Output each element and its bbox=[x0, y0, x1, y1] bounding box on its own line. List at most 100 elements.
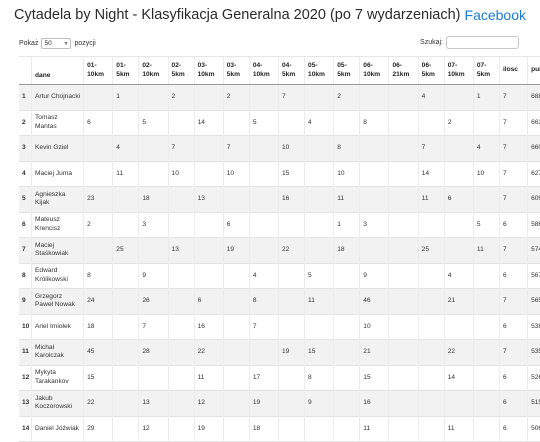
result-cell bbox=[222, 339, 250, 365]
rank-cell: 14 bbox=[22, 424, 30, 432]
result-cell bbox=[277, 314, 305, 340]
result-cell bbox=[388, 288, 419, 314]
result-cell bbox=[472, 186, 500, 212]
points-cell: 627 bbox=[527, 161, 540, 187]
result-cell: 22 bbox=[193, 339, 224, 365]
search-input[interactable] bbox=[446, 36, 519, 49]
result-cell bbox=[333, 390, 360, 416]
points-cell: 526 bbox=[527, 365, 540, 391]
result-cell: 6 bbox=[83, 110, 113, 136]
result-cell bbox=[304, 84, 334, 110]
count-cell: 6 bbox=[498, 314, 528, 340]
table-row: 8Edward Królikowski8945946567 bbox=[19, 263, 540, 289]
column-header[interactable]: 01- 10km bbox=[83, 56, 113, 85]
result-cell bbox=[388, 110, 419, 136]
result-cell: 11 bbox=[304, 288, 334, 314]
result-cell bbox=[222, 110, 250, 136]
result-cell: 5 bbox=[248, 110, 279, 136]
name-cell: Maciej Juma bbox=[30, 161, 84, 187]
result-cell: 1 bbox=[112, 84, 139, 110]
result-cell bbox=[193, 135, 224, 161]
result-cell bbox=[417, 263, 445, 289]
points-cell: 506 bbox=[527, 416, 540, 442]
name-cell: Ariel Imiołek bbox=[30, 314, 84, 340]
search-control: Szukaj: bbox=[420, 36, 519, 49]
result-cell: 4 bbox=[248, 263, 279, 289]
column-header[interactable]: 04- 10km bbox=[248, 56, 279, 85]
result-cell bbox=[333, 365, 360, 391]
name-cell: Tomasz Mantas bbox=[30, 110, 84, 136]
points-cell: 663 bbox=[527, 110, 540, 136]
result-cell bbox=[443, 314, 474, 340]
table-row: 14Daniel Jóźwiak29 12 19 18 11 11 6506 bbox=[19, 416, 540, 442]
result-cell bbox=[193, 84, 224, 110]
result-cell: 10 bbox=[359, 314, 389, 340]
column-header[interactable]: 01- 5km bbox=[112, 56, 139, 85]
result-cell bbox=[417, 314, 445, 340]
result-cell bbox=[333, 110, 360, 136]
name-cell: Jakub Koczorowski bbox=[30, 390, 84, 416]
column-header[interactable]: 07- 5km bbox=[472, 56, 500, 85]
column-header[interactable]: 06- 5km bbox=[417, 56, 445, 85]
count-cell: 6 bbox=[498, 416, 528, 442]
column-header[interactable]: 03- 10km bbox=[193, 56, 224, 85]
result-cell bbox=[83, 84, 113, 110]
result-cell: 46 bbox=[359, 288, 389, 314]
result-cell bbox=[248, 212, 279, 238]
column-header[interactable]: 05- 10km bbox=[304, 56, 334, 85]
result-cell bbox=[417, 339, 445, 365]
count-cell: 7 bbox=[498, 110, 528, 136]
column-header-rank[interactable] bbox=[19, 56, 32, 85]
result-cell: 6 bbox=[193, 288, 224, 314]
column-header[interactable]: 06- 10km bbox=[359, 56, 389, 85]
result-cell: 26 bbox=[138, 288, 169, 314]
result-cell bbox=[472, 263, 500, 289]
result-cell bbox=[222, 288, 250, 314]
result-cell bbox=[138, 365, 169, 391]
result-cell bbox=[167, 339, 195, 365]
rank-cell: 3 bbox=[22, 144, 26, 151]
result-cell: 6 bbox=[222, 212, 250, 238]
result-cell bbox=[193, 212, 224, 238]
result-cell: 7 bbox=[248, 314, 279, 340]
result-cell: 13 bbox=[193, 186, 224, 212]
result-cell: 13 bbox=[138, 390, 169, 416]
result-cell bbox=[333, 288, 360, 314]
result-cell bbox=[138, 135, 169, 161]
table-row: 3Kevin Gziel477108747660 bbox=[19, 135, 540, 161]
result-cell: 7 bbox=[417, 135, 445, 161]
result-cell bbox=[248, 339, 279, 365]
result-cell bbox=[222, 263, 250, 289]
result-cell: 2 bbox=[443, 110, 474, 136]
column-header[interactable]: punkty bbox=[527, 56, 540, 85]
result-cell bbox=[277, 212, 305, 238]
result-cell: 16 bbox=[277, 186, 305, 212]
column-header[interactable]: 03- 5km bbox=[222, 56, 250, 85]
page-length-select[interactable]: 50 ▼ bbox=[41, 38, 72, 49]
result-cell: 18 bbox=[83, 314, 113, 340]
result-cell bbox=[359, 186, 389, 212]
facebook-link[interactable]: Facebook bbox=[465, 7, 526, 23]
table-row: 13Jakub Koczorowski221312199166515 bbox=[19, 390, 540, 416]
column-header[interactable]: 07- 10km bbox=[443, 56, 474, 85]
rank-cell: 1 bbox=[22, 93, 26, 100]
column-header[interactable]: 02- 10km bbox=[138, 56, 169, 85]
result-cell bbox=[388, 365, 419, 391]
result-cell: 7 bbox=[138, 314, 169, 340]
result-cell: 18 bbox=[248, 416, 279, 442]
result-cell bbox=[472, 365, 500, 391]
result-cell bbox=[388, 314, 419, 340]
result-cell: 8 bbox=[304, 365, 334, 391]
column-header[interactable]: 02- 5km bbox=[167, 56, 195, 85]
column-header[interactable]: 04- 5km bbox=[277, 56, 305, 85]
result-cell bbox=[304, 314, 334, 340]
result-cell bbox=[167, 314, 195, 340]
column-header[interactable]: 06- 21km bbox=[388, 56, 419, 85]
column-header[interactable]: dane bbox=[30, 56, 84, 85]
result-cell bbox=[167, 365, 195, 391]
result-cell: 9 bbox=[304, 390, 334, 416]
result-cell bbox=[443, 212, 474, 238]
page-title: Cytadela by Night - Klasyfikacja General… bbox=[14, 7, 461, 23]
column-header[interactable]: 05- 5km bbox=[333, 56, 360, 85]
column-header[interactable]: ilosc bbox=[498, 56, 528, 85]
